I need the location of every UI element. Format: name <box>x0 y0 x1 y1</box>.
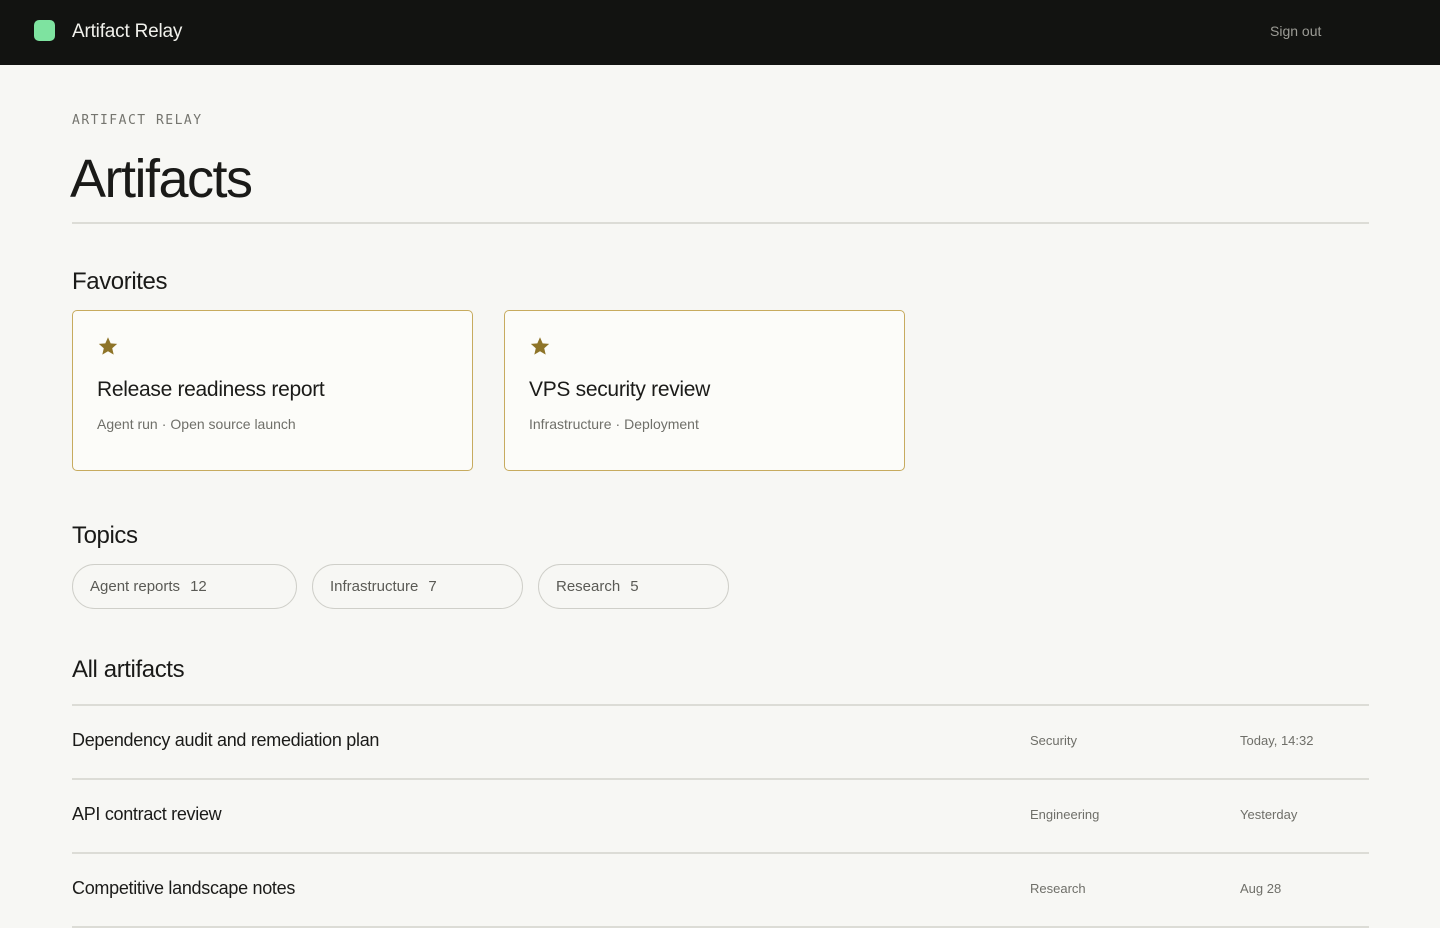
favorite-meta-source: Agent run <box>97 416 158 432</box>
artifact-title: Dependency audit and remediation plan <box>72 730 380 750</box>
artifact-row[interactable]: Competitive landscape notes Research Aug… <box>72 854 1369 928</box>
app-logo-icon[interactable] <box>34 20 55 41</box>
artifact-category: Security <box>1030 733 1077 748</box>
artifact-row[interactable]: API contract review Engineering Yesterda… <box>72 780 1369 854</box>
topic-count: 5 <box>630 578 639 595</box>
favorite-meta-topic: Deployment <box>624 416 699 432</box>
star-icon[interactable] <box>97 335 119 357</box>
all-artifacts-heading: All artifacts <box>72 656 185 683</box>
header-divider <box>72 222 1369 224</box>
favorite-title: VPS security review <box>529 378 711 401</box>
page-title: Artifacts <box>70 149 253 209</box>
meta-separator: · <box>161 416 167 432</box>
favorite-title: Release readiness report <box>97 378 325 401</box>
topic-label: Research <box>556 578 621 595</box>
topic-count: 12 <box>190 578 207 595</box>
favorite-card[interactable]: Release readiness report Agent run · Open … <box>72 310 473 471</box>
topic-pill-agent-reports[interactable]: Agent reports 12 <box>72 564 297 609</box>
artifact-date: Yesterday <box>1240 807 1298 822</box>
topic-pill-infrastructure[interactable]: Infrastructure 7 <box>312 564 523 609</box>
favorite-meta: Infrastructure · Deployment <box>529 416 699 432</box>
topic-count: 7 <box>428 578 437 595</box>
artifact-title: API contract review <box>72 804 222 824</box>
favorite-meta-source: Infrastructure <box>529 416 612 432</box>
favorites-heading: Favorites <box>72 268 168 295</box>
top-bar: Artifact Relay Sign out <box>0 0 1440 65</box>
favorite-card[interactable]: VPS security review Infrastructure · Deplo… <box>504 310 905 471</box>
topic-pill-research[interactable]: Research 5 <box>538 564 729 609</box>
topics-heading: Topics <box>72 522 138 549</box>
artifact-row[interactable]: Dependency audit and remediation plan Se… <box>72 706 1369 780</box>
artifact-category: Research <box>1030 881 1086 896</box>
favorite-meta-topic: Open source launch <box>170 416 296 432</box>
app-name[interactable]: Artifact Relay <box>72 21 182 43</box>
artifact-date: Aug 28 <box>1240 881 1282 896</box>
sign-out-link[interactable]: Sign out <box>1270 23 1321 39</box>
artifact-category: Engineering <box>1030 807 1100 822</box>
page-eyebrow: ARTIFACT RELAY <box>72 113 203 128</box>
star-icon[interactable] <box>529 335 551 357</box>
artifact-title: Competitive landscape notes <box>72 878 296 898</box>
artifact-date: Today, 14:32 <box>1240 733 1314 748</box>
meta-separator: · <box>615 416 621 432</box>
favorite-meta: Agent run · Open source launch <box>97 416 296 432</box>
topic-label: Infrastructure <box>330 578 419 595</box>
topic-label: Agent reports <box>90 578 181 595</box>
